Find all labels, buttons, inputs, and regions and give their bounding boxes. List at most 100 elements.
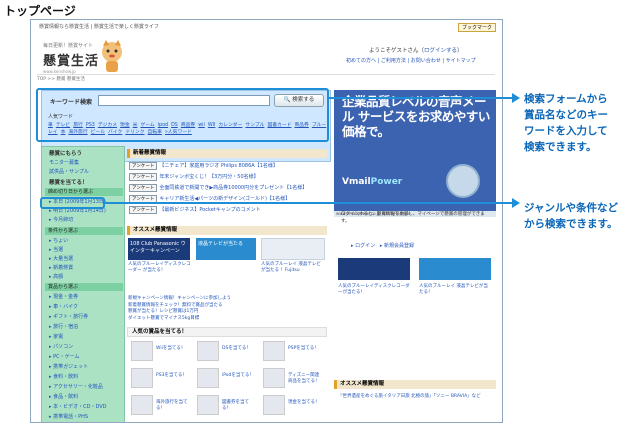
news-row: アンケート 【最新ビジネス】Pocketキャンプのコメント: [129, 206, 261, 214]
news-tag: アンケート: [129, 162, 158, 170]
present-label[interactable]: PSPを当てる！: [288, 345, 319, 351]
sidebar-item[interactable]: ▸ 今月締切: [49, 216, 73, 223]
news-tag: アンケート: [129, 184, 158, 192]
ad-brand: VmailPower: [342, 177, 403, 187]
sidebar-item[interactable]: ▸ ギフト・旅行券: [49, 313, 88, 320]
login-link-right[interactable]: ログイン: [355, 243, 375, 249]
promo-banner-fujitsu[interactable]: [261, 238, 325, 260]
login-intro: ログインすると、懸賞情報を更新し、マイページで懸賞の管理ができます。: [341, 212, 485, 224]
present-label[interactable]: 図書券を当てる！: [222, 399, 257, 411]
ad-text: 企業品質レベルの音声メール サービスをお求めやすい価格で。: [342, 94, 490, 139]
sidebar-section-deadline[interactable]: 締め切り日から選ぶ: [45, 188, 123, 196]
sidebar-item[interactable]: ▸ 家電: [49, 333, 63, 340]
sidebar-item[interactable]: ▸ アクセサリー・化粧品: [49, 383, 103, 390]
promo-caption-panasonic[interactable]: 人気のブルーレイディスクレコーダー が当たる！: [128, 262, 192, 273]
present-label[interactable]: ディズニー関連商品を当てる！: [288, 372, 323, 384]
sidebar-item[interactable]: ▸ 大量当選: [49, 255, 73, 262]
present-item[interactable]: iPodを当てる！: [197, 368, 257, 390]
present-item[interactable]: 海外旅行を当てる！: [131, 395, 191, 417]
sidebar-item-sample[interactable]: 試供品・サンプル: [49, 168, 89, 175]
present-item[interactable]: PSPを当てる！: [263, 341, 323, 363]
sidebar-item[interactable]: ▸ 携帯ガジェット: [49, 363, 88, 370]
promo-caption-tv[interactable]: 人気のブルーレイ 液晶テレビが当たる ！Fujitsu: [261, 262, 325, 273]
sidebar-item[interactable]: ▸ 本・ビデオ・CD・DVD: [49, 403, 106, 410]
breadcrumb: TOP >> 懸賞 懸賞生活: [37, 74, 495, 82]
campaign-link[interactable]: ダイエット懸賞でマイナス5kg目標: [128, 316, 324, 323]
login-row: ▸ ログイン ▸ 新規会員登録: [351, 243, 415, 249]
product-thumbnail-icon: [131, 368, 153, 388]
sidebar-item[interactable]: ▸ 携帯電話・PHS: [49, 413, 88, 420]
sidebar-item[interactable]: ▸ 食品・飲料: [49, 393, 78, 400]
right-osusume-title: オススメ懸賞情報: [334, 380, 496, 389]
site-logo[interactable]: 懸賞生活: [43, 50, 99, 69]
site-top-strip: 懸賞情報なら懸賞生活 | 懸賞生活で楽しく懸賞ライフ: [39, 24, 159, 30]
product-thumbnail-icon: [131, 341, 153, 361]
sidebar-item-monitor[interactable]: モニター募集: [49, 159, 79, 166]
present-item[interactable]: PS3を当てる！: [131, 368, 191, 390]
present-item[interactable]: ディズニー関連商品を当てる！: [263, 368, 323, 390]
product-thumbnail-icon: [263, 341, 285, 361]
sidebar-item[interactable]: ▸ パソコン: [49, 343, 73, 350]
osusume-title: オススメ懸賞情報: [127, 226, 327, 235]
phone-icon: [446, 164, 480, 198]
present-label[interactable]: 海外旅行を当てる！: [156, 399, 191, 411]
product-thumbnail-icon: [263, 368, 285, 388]
sidebar-item[interactable]: ▸ 車・バイク: [49, 303, 78, 310]
sidebar: 懸賞にもらう モニター募集 試供品・サンプル 懸賞を当てる！ 締め切り日から選ぶ…: [41, 146, 125, 422]
product-thumbnail-icon: [197, 395, 219, 415]
login-link[interactable]: ログインする: [424, 48, 457, 54]
present-item[interactable]: 図書券を当てる！: [197, 395, 257, 417]
search-callout-line: [329, 97, 512, 99]
sidebar-item[interactable]: ▸ 旅行・宿泊: [49, 323, 78, 330]
news-link[interactable]: 全面同鉄道で新開でき▶商品券10000円分をプレゼント【1名様】: [159, 185, 307, 191]
news-tag: アンケート: [129, 173, 158, 181]
ad-banner[interactable]: 企業品質レベルの音声メール サービスをお求めやすい価格で。 VmailPower…: [334, 90, 496, 217]
right-promo-banner-1[interactable]: [338, 258, 410, 280]
search-arrow-icon: [512, 93, 520, 103]
search-callout-frame: [36, 88, 329, 142]
news-row: アンケート 年末ジャンボ宝くじ！【3万円分・50名様】: [129, 173, 259, 181]
sidebar-section-condition[interactable]: 条件から選ぶ: [45, 227, 123, 235]
present-label[interactable]: Wiiを当てる！: [156, 345, 185, 351]
search-callout-text: 検索フォームから 賞品名などのキー ワードを入力して 検索できます。: [524, 93, 608, 153]
news-row: アンケート 【ニチェア】家庭用ラジオ Philips 8086A【1名様】: [129, 162, 278, 170]
news-row: アンケート 全面同鉄道で新開でき▶商品券10000円分をプレゼント【1名様】: [129, 184, 307, 192]
mascot-icon: [102, 40, 122, 72]
sidebar-head-win: 懸賞を当てる！: [49, 180, 88, 186]
present-label[interactable]: PS3を当てる！: [156, 372, 187, 378]
promo-banner-tv[interactable]: 液晶テレビが当たる: [196, 238, 256, 260]
right-bottom-item[interactable]: 『世界遺産をめぐる旅イタリア日旅 北極の旅』「ソニー BRAVIA」など: [338, 394, 488, 400]
sidebar-item[interactable]: ▸ ちょい: [49, 237, 68, 244]
sidebar-head-get: 懸賞にもらう: [49, 151, 83, 157]
right-promo-banner-2[interactable]: [419, 258, 491, 280]
right-promo-caption-1[interactable]: 人気のブルーレイディスクレコーダーが当たる！: [338, 284, 410, 295]
top-links[interactable]: 初めての方へ | ご利用方法 | お問い合わせ | サイトマップ: [346, 57, 476, 64]
product-thumbnail-icon: [263, 395, 285, 415]
present-item[interactable]: DSを当てる！: [197, 341, 257, 363]
sidebar-item[interactable]: ▸ 現金・金券: [49, 293, 78, 300]
register-link[interactable]: 新規会員登録: [384, 243, 414, 249]
news-link[interactable]: 【最新ビジネス】Pocketキャンプのコメント: [159, 207, 260, 213]
right-promo-caption-2[interactable]: 人気のブルーレイ 液晶テレビが当たる！: [419, 284, 491, 295]
sidebar-section-product[interactable]: 賞品から選ぶ: [45, 283, 123, 291]
product-thumbnail-icon: [131, 395, 153, 415]
news-link[interactable]: 【ニチェア】家庭用ラジオ Philips 8086A【1名様】: [159, 163, 278, 169]
download-links: 新規キャンペーン情報！キャンペーンに参加しよう 新着懸賞情報をチェック！無料で賞品…: [128, 296, 324, 322]
sidebar-item[interactable]: ▸ 新着懸賞: [49, 264, 73, 271]
bookmark-button[interactable]: ブックマーク: [457, 23, 496, 32]
sidebar-item[interactable]: ▸ 食料・飲料: [49, 373, 78, 380]
present-label[interactable]: 現金を当てる！: [288, 399, 320, 405]
present-label[interactable]: iPodを当てる！: [222, 372, 254, 378]
present-label[interactable]: DSを当てる！: [222, 345, 251, 351]
logo-subtitle: 毎日更新！懸賞サイト: [43, 43, 94, 49]
sidebar-item[interactable]: ▸ 高額: [49, 273, 63, 280]
news-link[interactable]: 年末ジャンボ宝くじ！【3万円分・50名様】: [159, 174, 258, 180]
genre-callout-text: ジャンルや条件など から検索できます。: [524, 202, 618, 230]
page-title: トップページ: [4, 4, 76, 18]
promo-banner-panasonic[interactable]: 108 Club Panasonic ウインターキャンペーン: [128, 238, 190, 260]
sidebar-item[interactable]: ▸ PC・ゲーム: [49, 353, 79, 360]
genre-arrow-icon: [512, 198, 520, 208]
present-item[interactable]: Wiiを当てる！: [131, 341, 191, 363]
present-item[interactable]: 現金を当てる！: [263, 395, 323, 417]
sidebar-item[interactable]: ▸ 当選: [49, 246, 63, 253]
